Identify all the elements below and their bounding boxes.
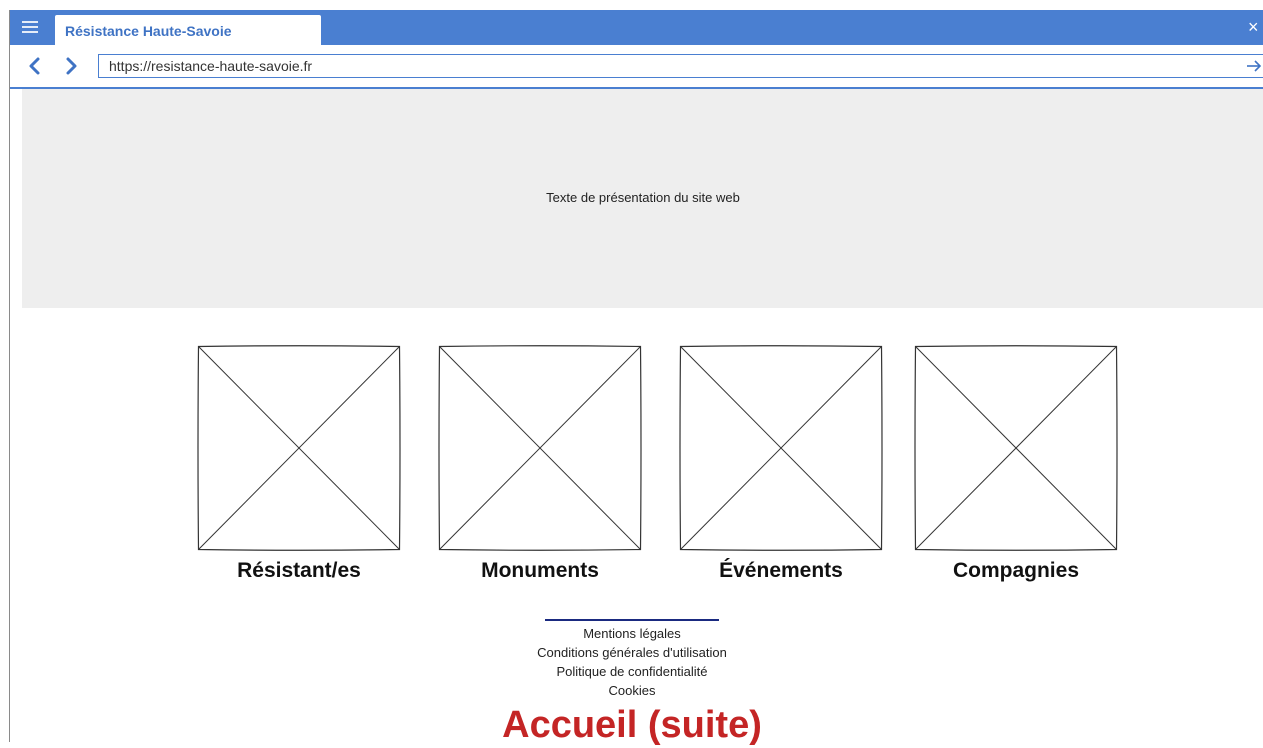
footer-link-confidentialite[interactable]: Politique de confidentialité bbox=[450, 662, 814, 681]
browser-titlebar: Résistance Haute-Savoie × bbox=[10, 10, 1263, 45]
category-card-compagnies[interactable]: Compagnies bbox=[914, 345, 1118, 582]
category-card-evenements[interactable]: Événements bbox=[679, 345, 883, 582]
arrow-right-icon bbox=[1247, 60, 1262, 72]
tab-title: Résistance Haute-Savoie bbox=[65, 23, 232, 39]
back-button[interactable] bbox=[25, 55, 45, 77]
image-placeholder-icon bbox=[197, 345, 401, 551]
image-placeholder-icon bbox=[914, 345, 1118, 551]
footer-link-cgu[interactable]: Conditions générales d'utilisation bbox=[450, 643, 814, 662]
browser-window: Résistance Haute-Savoie × https://resist… bbox=[9, 10, 1263, 746]
forward-button[interactable] bbox=[61, 55, 81, 77]
footer-links: Mentions légales Conditions générales d'… bbox=[450, 624, 814, 700]
hamburger-menu-icon[interactable] bbox=[22, 21, 38, 33]
browser-navbar: https://resistance-haute-savoie.fr bbox=[10, 45, 1263, 89]
category-label: Événements bbox=[719, 559, 843, 582]
category-label: Monuments bbox=[481, 559, 599, 582]
footer-link-cookies[interactable]: Cookies bbox=[450, 681, 814, 700]
address-bar[interactable]: https://resistance-haute-savoie.fr bbox=[98, 54, 1263, 78]
close-icon[interactable]: × bbox=[1248, 18, 1262, 36]
image-placeholder-icon bbox=[438, 345, 642, 551]
go-button[interactable] bbox=[1245, 57, 1263, 75]
chevron-right-icon bbox=[66, 57, 77, 75]
footer-link-mentions-legales[interactable]: Mentions légales bbox=[450, 624, 814, 643]
hero-section: Texte de présentation du site web bbox=[22, 89, 1263, 308]
chevron-left-icon bbox=[29, 57, 40, 75]
category-card-monuments[interactable]: Monuments bbox=[438, 345, 642, 582]
browser-tab[interactable]: Résistance Haute-Savoie bbox=[55, 15, 321, 45]
image-placeholder-icon bbox=[679, 345, 883, 551]
section-title: Accueil (suite) bbox=[502, 704, 762, 746]
footer-divider bbox=[545, 619, 719, 621]
url-text: https://resistance-haute-savoie.fr bbox=[109, 58, 313, 74]
category-card-resistants[interactable]: Résistant/es bbox=[197, 345, 401, 582]
category-label: Compagnies bbox=[952, 559, 1080, 582]
category-label: Résistant/es bbox=[237, 559, 361, 582]
hero-text: Texte de présentation du site web bbox=[546, 190, 740, 205]
